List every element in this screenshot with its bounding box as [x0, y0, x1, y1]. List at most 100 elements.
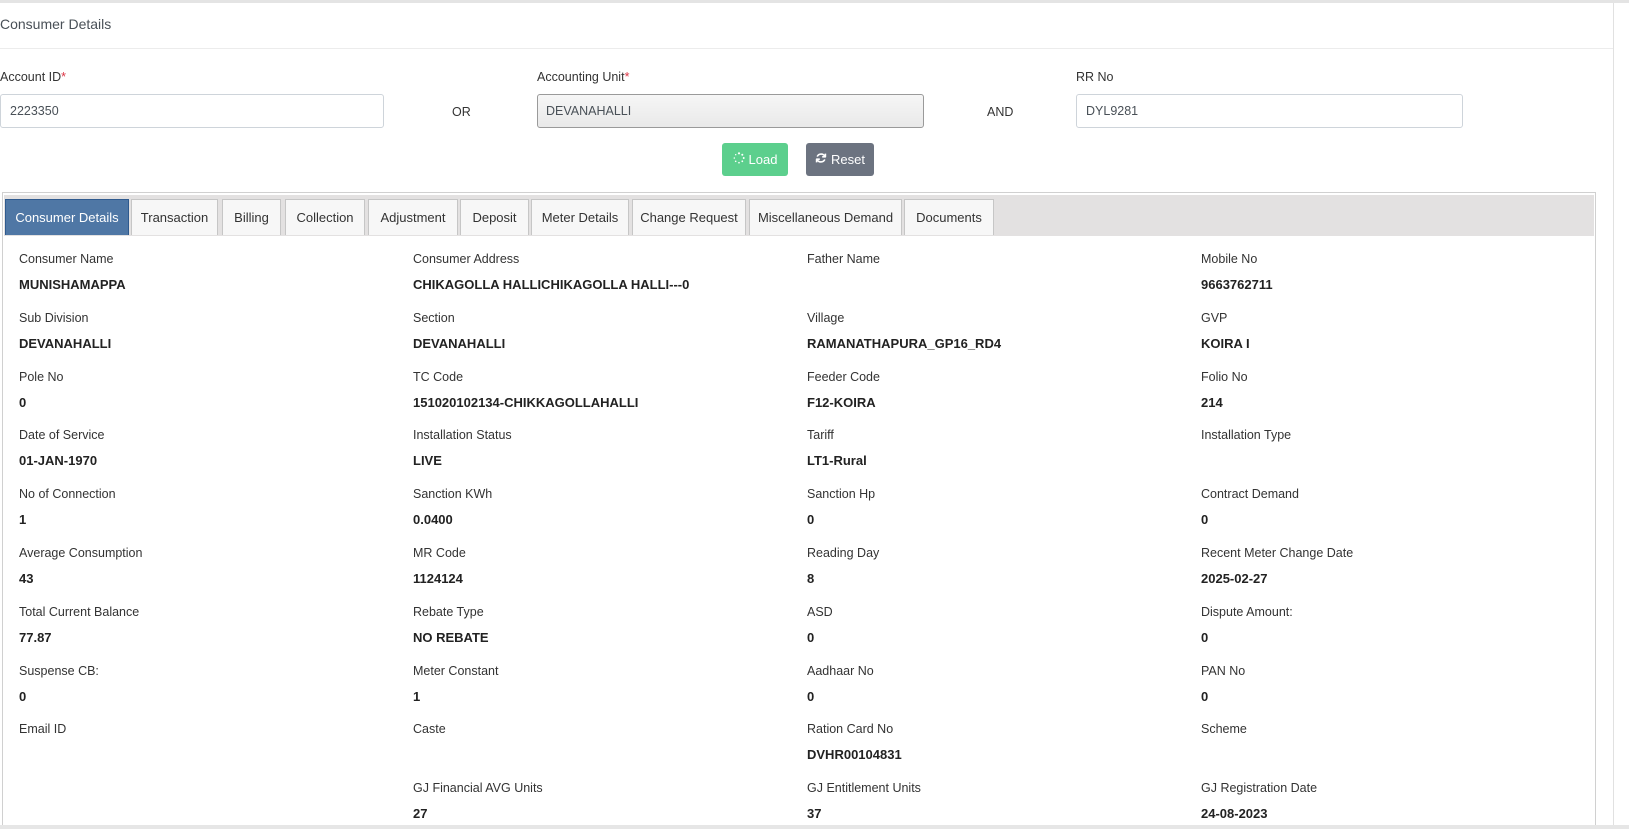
folio-no-value: 214 [1201, 395, 1223, 410]
meter-constant-value: 1 [413, 689, 421, 704]
gj-registration-date-label: GJ Registration Date [1201, 781, 1318, 795]
total-current-balance-label: Total Current Balance [19, 605, 140, 619]
installation-status-label: Installation Status [413, 428, 512, 442]
tariff-label: Tariff [807, 428, 834, 442]
folio-no-label: Folio No [1201, 370, 1248, 384]
average-consumption-label: Average Consumption [19, 546, 143, 560]
sanction-kwh-label: Sanction KWh [413, 487, 493, 501]
village-label: Village [807, 311, 845, 325]
tab-adjustment[interactable]: Adjustment [368, 199, 458, 235]
mobile-no-value: 9663762711 [1201, 277, 1273, 292]
installation-type-label: Installation Type [1201, 428, 1292, 442]
sanction-hp-label: Sanction Hp [807, 487, 876, 501]
recent-meter-change-date-label: Recent Meter Change Date [1201, 546, 1354, 560]
right-border [1613, 3, 1614, 826]
pan-no-value: 0 [1201, 689, 1209, 704]
aadhaar-no-value: 0 [807, 689, 815, 704]
account-id-input[interactable]: 2223350 [0, 94, 384, 128]
ration-card-no-value: DVHR00104831 [807, 747, 902, 762]
gvp-label: GVP [1201, 311, 1228, 325]
reading-day-label: Reading Day [807, 546, 880, 560]
mr-code-value: 1124124 [413, 571, 463, 586]
aadhaar-no-label: Aadhaar No [807, 664, 874, 678]
pole-no-value: 0 [19, 395, 27, 410]
meter-constant-label: Meter Constant [413, 664, 499, 678]
consumer-name-value: MUNISHAMAPPA [19, 277, 126, 292]
tab-consumer-details[interactable]: Consumer Details [5, 199, 129, 235]
rr-no-label: RR No [1076, 70, 1114, 84]
dispute-amount-label: Dispute Amount: [1201, 605, 1293, 619]
page: Consumer Details Account ID* 2223350 OR … [0, 0, 1629, 829]
gj-entitlement-units-value: 37 [807, 806, 822, 821]
reset-button-label: Reset [831, 152, 865, 167]
mr-code-label: MR Code [413, 546, 466, 560]
sub-division-label: Sub Division [19, 311, 89, 325]
gj-entitlement-units-label: GJ Entitlement Units [807, 781, 921, 795]
accounting-unit-select[interactable]: DEVANAHALLI [537, 94, 924, 128]
caste-label: Caste [413, 722, 446, 736]
bottom-border [0, 825, 1629, 829]
consumer-address-value: CHIKAGOLLA HALLICHIKAGOLLA HALLI---0 [413, 277, 690, 292]
tab-deposit[interactable]: Deposit [460, 199, 529, 235]
scheme-label: Scheme [1201, 722, 1247, 736]
spinner-icon [733, 152, 745, 167]
tab-collection[interactable]: Collection [285, 199, 365, 235]
account-id-label: Account ID* [0, 70, 67, 84]
dispute-amount-value: 0 [1201, 630, 1209, 645]
email-id-label: Email ID [19, 722, 67, 736]
suspense-cb-value: 0 [19, 689, 27, 704]
tab-change-request[interactable]: Change Request [632, 199, 746, 235]
required-mark: * [624, 70, 630, 84]
date-of-service-value: 01-JAN-1970 [19, 453, 98, 468]
recent-meter-change-date-value: 2025-02-27 [1201, 571, 1268, 586]
tabs-panel [2, 192, 1596, 829]
asd-label: ASD [807, 605, 833, 619]
consumer-address-label: Consumer Address [413, 252, 520, 266]
refresh-icon [815, 152, 827, 167]
no-of-connection-value: 1 [19, 512, 27, 527]
section-label: Section [413, 311, 455, 325]
and-separator: AND [987, 105, 1014, 119]
accounting-unit-label: Accounting Unit* [537, 70, 630, 84]
tab-documents[interactable]: Documents [904, 199, 994, 235]
no-of-connection-label: No of Connection [19, 487, 116, 501]
suspense-cb-label: Suspense CB: [19, 664, 99, 678]
sanction-hp-value: 0 [807, 512, 815, 527]
gj-financial-avg-units-value: 27 [413, 806, 428, 821]
rr-no-input[interactable]: DYL9281 [1076, 94, 1463, 128]
tc-code-value: 151020102134-CHIKKAGOLLAHALLI [413, 395, 639, 410]
gj-registration-date-value: 24-08-2023 [1201, 806, 1268, 821]
card-title: Consumer Details [0, 16, 112, 32]
sanction-kwh-value: 0.0400 [413, 512, 453, 527]
or-separator: OR [452, 105, 471, 119]
pole-no-label: Pole No [19, 370, 64, 384]
tab-meter-details[interactable]: Meter Details [531, 199, 629, 235]
father-name-label: Father Name [807, 252, 880, 266]
consumer-name-label: Consumer Name [19, 252, 114, 266]
tariff-value: LT1-Rural [807, 453, 867, 468]
contract-demand-label: Contract Demand [1201, 487, 1299, 501]
tc-code-label: TC Code [413, 370, 464, 384]
tab-billing[interactable]: Billing [222, 199, 281, 235]
reset-button[interactable]: Reset [806, 143, 874, 176]
village-value: RAMANATHAPURA_GP16_RD4 [807, 336, 1002, 351]
load-button[interactable]: Load [722, 143, 788, 176]
tab-miscellaneous-demand[interactable]: Miscellaneous Demand [749, 199, 902, 235]
rebate-type-value: NO REBATE [413, 630, 489, 645]
reading-day-value: 8 [807, 571, 815, 586]
date-of-service-label: Date of Service [19, 428, 105, 442]
pan-no-label: PAN No [1201, 664, 1246, 678]
feeder-code-value: F12-KOIRA [807, 395, 876, 410]
contract-demand-value: 0 [1201, 512, 1209, 527]
gvp-value: KOIRA I [1201, 336, 1250, 351]
total-current-balance-value: 77.87 [19, 630, 52, 645]
feeder-code-label: Feeder Code [807, 370, 880, 384]
mobile-no-label: Mobile No [1201, 252, 1258, 266]
ration-card-no-label: Ration Card No [807, 722, 894, 736]
load-button-label: Load [748, 152, 778, 167]
asd-value: 0 [807, 630, 815, 645]
top-border [0, 0, 1629, 3]
section-value: DEVANAHALLI [413, 336, 506, 351]
installation-status-value: LIVE [413, 453, 442, 468]
tab-transaction[interactable]: Transaction [131, 199, 218, 235]
